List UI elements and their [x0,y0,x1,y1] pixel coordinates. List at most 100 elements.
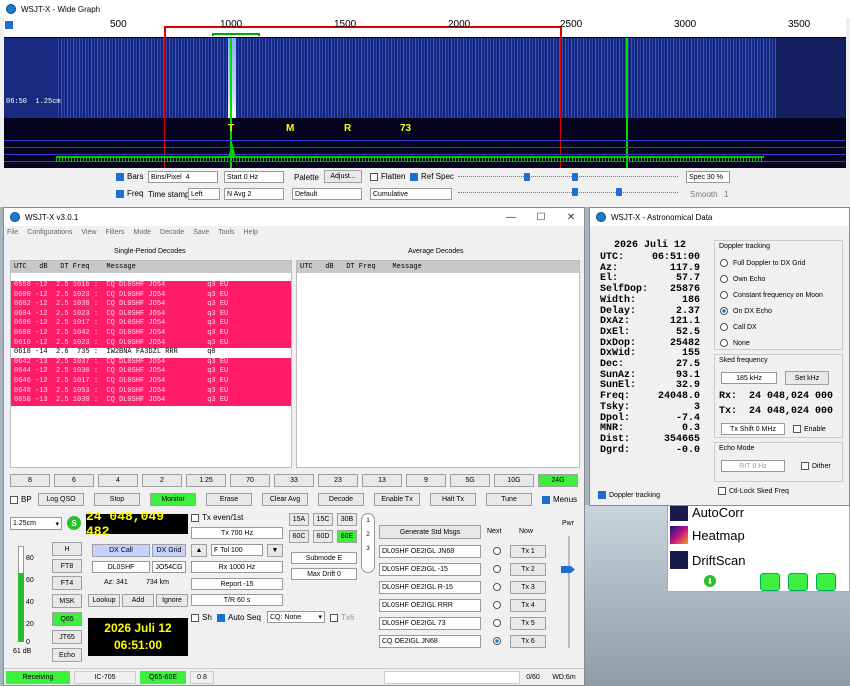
tx-4-button[interactable]: Tx 4 [510,599,546,612]
tx6-control[interactable]: Tx6 [330,613,354,622]
band-button-10g[interactable]: 10G [494,474,534,487]
doppler-radio[interactable] [720,307,728,315]
enable-checkbox[interactable] [793,425,801,433]
decode-button[interactable]: Decode [318,493,364,506]
band-button-5g[interactable]: 5G [450,474,490,487]
slider-track-bottom[interactable] [458,192,678,193]
next-radio[interactable] [493,583,501,591]
pwr-slider-handle[interactable] [561,566,575,573]
tx-message-input[interactable]: DL0SHF OE2IGL -15 [379,563,481,576]
satellite-icon[interactable] [788,573,808,591]
ftol-spinbox[interactable]: F Tol 100 [211,544,263,556]
submode-30b-button[interactable]: 30B [337,513,357,526]
mode-ft4-button[interactable]: FT4 [52,576,82,590]
mode-q65-button[interactable]: Q65 [52,612,82,626]
enable-control[interactable]: Enable [793,425,826,433]
decode-row[interactable]: 0600 -12 2.5 1023 : CQ DL0SHF JO54 q3 EU [11,290,291,301]
tx-1-button[interactable]: Tx 1 [510,545,546,558]
next-radio[interactable] [493,619,501,627]
decode-row[interactable]: 0650 -13 2.5 1030 : CQ DL0SHF JO54 q3 EU [11,396,291,406]
tx6-checkbox[interactable] [330,613,338,622]
refspec-checkbox[interactable] [410,172,418,181]
erase-button[interactable]: Erase [206,493,252,506]
tx-5-button[interactable]: Tx 5 [510,617,546,630]
sh-checkbox[interactable] [191,613,199,622]
mode-jt65-button[interactable]: JT65 [52,630,82,644]
wide-graph-titlebar[interactable]: WSJT-X - Wide Graph [0,0,850,18]
generate-std-msgs-button[interactable]: Generate Std Msgs [379,525,481,539]
band-button-2[interactable]: 2 [142,474,182,487]
monitor-button[interactable]: Monitor [150,493,196,506]
band-button-1-25[interactable]: 1.25 [186,474,226,487]
doppler-tracking-checkbox[interactable] [598,491,606,499]
freq-checkbox[interactable] [116,189,124,198]
waterfall-display[interactable]: 06:50 1.25cm T M R 73 [4,38,846,168]
freq-control[interactable]: Freq [116,189,143,198]
download-icon[interactable]: ⬇ [704,575,716,587]
decode-row[interactable]: 0608 -12 2.5 1042 : CQ DL0SHF JO54 q3 EU [11,328,291,339]
dither-control[interactable]: Dither [801,462,831,470]
flatten-control[interactable]: Flatten [370,172,405,181]
ctl-lock-checkbox[interactable] [718,487,726,495]
menu-filters[interactable]: Filters [105,229,124,236]
rx-freq-spinbox[interactable]: Rx 1000 Hz [191,561,283,573]
doppler-option[interactable]: Call DX [720,319,823,335]
band-button-8[interactable]: 8 [10,474,50,487]
sked-khz-spinbox[interactable]: 185 kHz [721,372,777,384]
menu-view[interactable]: View [81,229,96,236]
decode-row[interactable]: 0604 -12 2.5 1023 : CQ DL0SHF JO54 q3 EU [11,309,291,320]
slider-handle[interactable] [616,188,622,196]
report-spinbox[interactable]: Report -15 [191,578,283,590]
mode-msk-button[interactable]: MSK [52,594,82,608]
decode-row[interactable]: 0646 -12 2.5 1017 : CQ DL0SHF JO54 q3 EU [11,376,291,387]
doppler-option[interactable]: Own Echo [720,271,823,287]
tx-message-input[interactable]: DL0SHF OE2IGL JN68 [379,545,481,558]
bars-checkbox[interactable] [116,172,124,181]
refspec-control[interactable]: Ref Spec [410,172,454,181]
set-khz-button[interactable]: Set kHz [785,371,829,385]
driftscan-item[interactable]: DriftScan [670,551,745,569]
add-button[interactable]: Add [122,594,154,607]
band-button-9[interactable]: 9 [406,474,446,487]
tx-even-checkbox[interactable] [191,513,199,522]
doppler-tracking-control[interactable]: Doppler tracking [598,491,660,499]
mode-ft8-button[interactable]: FT8 [52,559,82,573]
slider-handle[interactable] [572,188,578,196]
menu-mode[interactable]: Mode [134,229,152,236]
tx-message-input[interactable]: DL0SHF OE2IGL RRR [379,599,481,612]
tx-3-button[interactable]: Tx 3 [510,581,546,594]
submode-select[interactable]: Submode E [291,552,357,564]
cumulative-select[interactable]: Cumulative [370,188,452,200]
bars-control[interactable]: Bars [116,172,143,181]
dial-frequency-display[interactable]: 24 048,049 482 [86,509,188,539]
tab-indicator[interactable]: 123 [361,513,375,573]
submode-60e-button[interactable]: 60E [337,530,357,543]
menu-configurations[interactable]: Configurations [27,229,72,236]
lookup-button[interactable]: Lookup [88,594,120,607]
dx-grid-button[interactable]: DX Grid [152,544,186,557]
navg-spinbox[interactable]: N Avg 2 [224,188,284,200]
scale-corner-checkbox[interactable] [5,21,13,29]
tx-freq-spinbox[interactable]: Tx 700 Hz [191,527,283,539]
doppler-radio[interactable] [720,259,728,267]
maximize-icon[interactable]: ☐ [526,208,556,226]
down-arrow-button[interactable]: ▼ [267,544,283,557]
tx-2-button[interactable]: Tx 2 [510,563,546,576]
dx-call-input[interactable]: DL0SHF [92,561,150,573]
band-button-33[interactable]: 33 [274,474,314,487]
tx-message-input[interactable]: DL0SHF OE2IGL R-15 [379,581,481,594]
next-radio[interactable] [493,565,501,573]
halt-tx-button[interactable]: Halt Tx [430,493,476,506]
stop-button[interactable]: Stop [94,493,140,506]
menu-save[interactable]: Save [193,229,209,236]
tx-message-input[interactable]: CQ OE2IGL JN68 [379,635,481,648]
band-button-4[interactable]: 4 [98,474,138,487]
tune-button[interactable]: Tune [486,493,532,506]
dx-grid-input[interactable]: JO54CG [152,561,186,573]
start-spinbox[interactable]: Start 0 Hz [224,171,284,183]
bins-spinbox[interactable]: Bins/Pixel 4 [148,171,218,183]
close-icon[interactable]: ✕ [556,208,586,226]
adjust-button[interactable]: Adjust... [324,170,362,183]
band-button-23[interactable]: 23 [318,474,358,487]
decode-row[interactable]: 0606 -12 2.5 1017 : CQ DL0SHF JO54 q3 EU [11,319,291,329]
